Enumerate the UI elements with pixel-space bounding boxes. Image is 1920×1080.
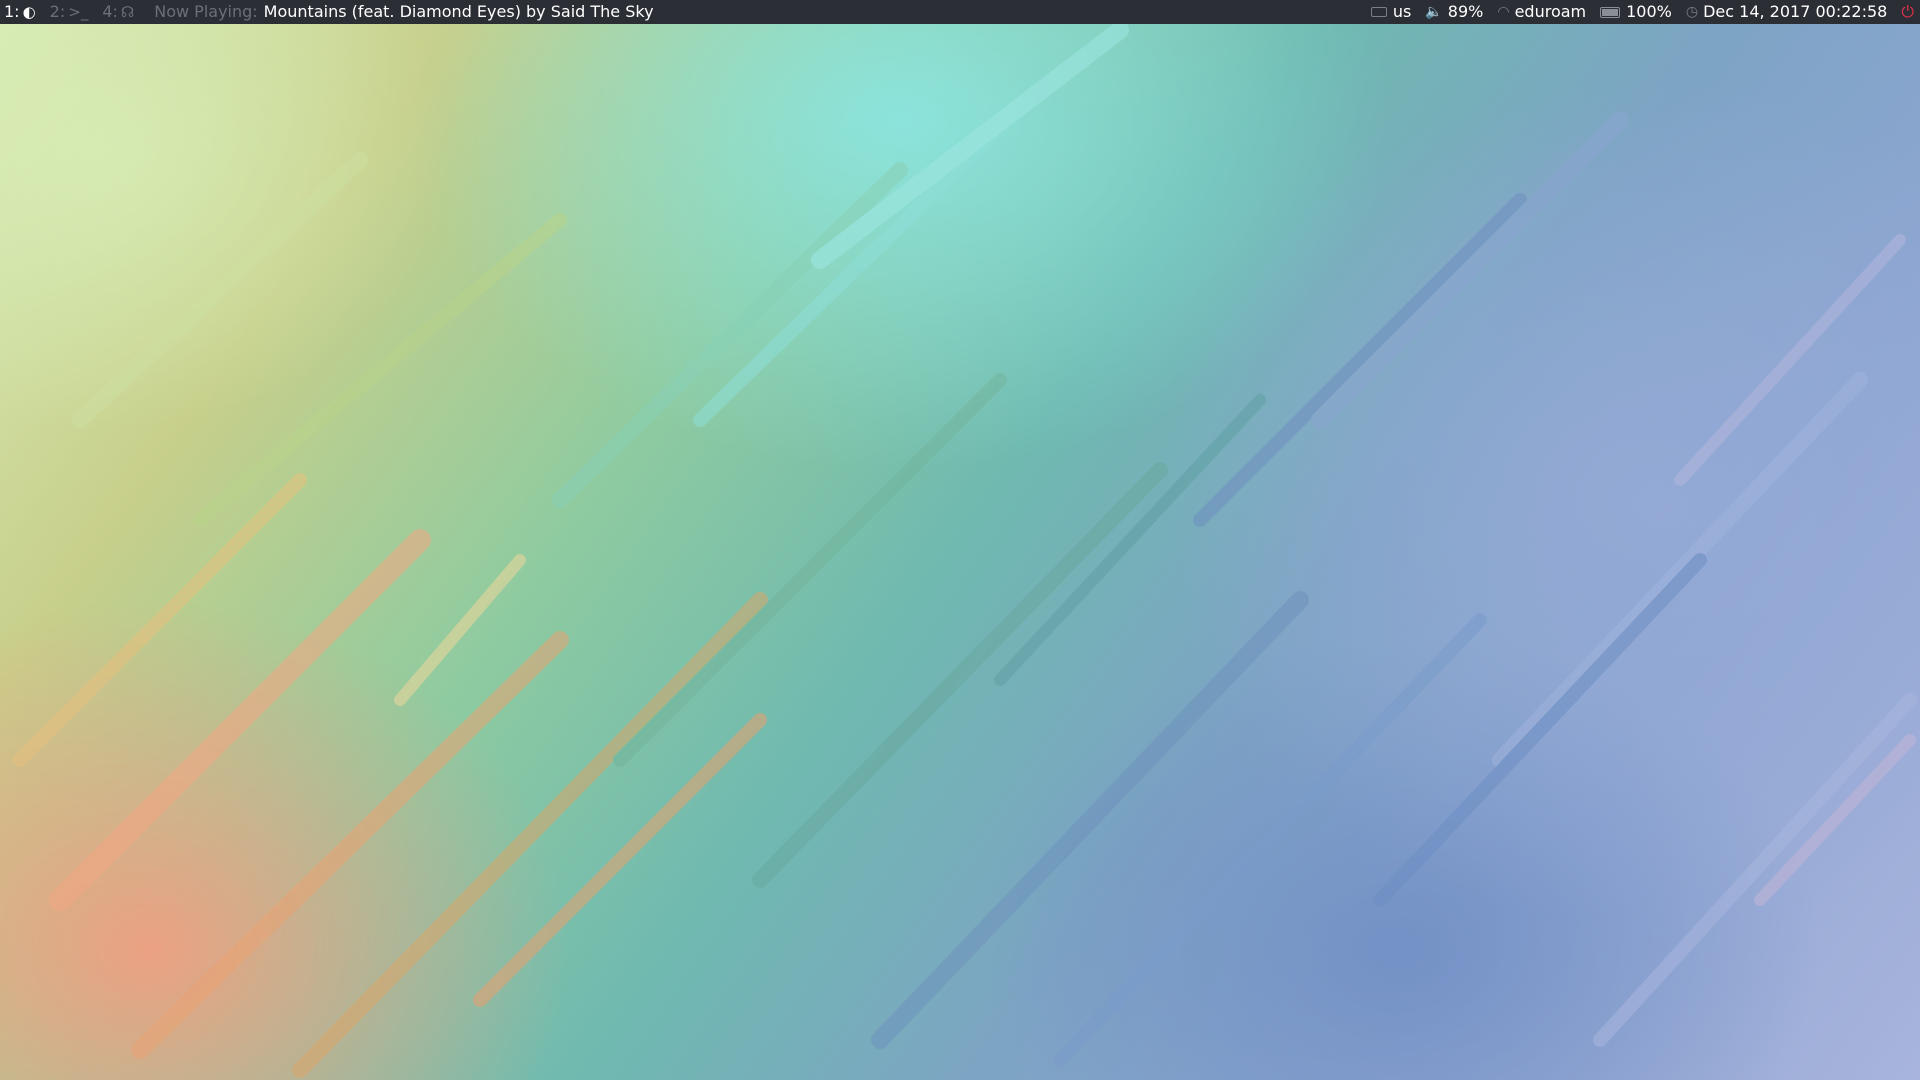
wifi-indicator[interactable]: ◠ eduroam (1497, 0, 1586, 24)
workspace-1[interactable]: 1: ◐ (4, 0, 36, 24)
bar-right-section: us 🔈 89% ◠ eduroam 100% ◷ Dec 14, 2017 0… (1357, 0, 1914, 24)
battery-icon (1600, 6, 1621, 18)
wifi-ssid: eduroam (1514, 2, 1587, 21)
keyboard-icon (1370, 7, 1387, 17)
battery-indicator[interactable]: 100% (1600, 0, 1672, 24)
bar-left-section: 1: ◐ 2: >_ 4: ☊ Now Playing: Mountains (… (4, 0, 654, 24)
workspace-number: 2: (49, 2, 66, 21)
workspace-number: 1: (4, 2, 20, 21)
now-playing-label: Now Playing: (154, 2, 258, 21)
top-status-bar: 1: ◐ 2: >_ 4: ☊ Now Playing: Mountains (… (0, 0, 1920, 24)
volume-icon: 🔈 (1425, 4, 1443, 20)
now-playing-title[interactable]: Mountains (feat. Diamond Eyes) by Said T… (264, 0, 654, 24)
wallpaper-brushstrokes (13, 21, 1917, 1078)
power-icon[interactable]: ⏻ (1901, 0, 1914, 24)
firefox-icon: ◐ (22, 3, 36, 21)
volume-value: 89% (1447, 2, 1484, 21)
keyboard-layout-value: us (1392, 2, 1412, 21)
volume-indicator[interactable]: 🔈 89% (1425, 0, 1483, 24)
headphones-icon: ☊ (120, 3, 135, 21)
workspace-4[interactable]: 4: ☊ (102, 0, 134, 24)
datetime-value: Dec 14, 2017 00:22:58 (1703, 2, 1888, 21)
workspace-number: 4: (102, 2, 118, 21)
clock-indicator[interactable]: ◷ Dec 14, 2017 00:22:58 (1686, 0, 1887, 24)
battery-level-fill (1602, 8, 1619, 16)
desktop: 1: ◐ 2: >_ 4: ☊ Now Playing: Mountains (… (0, 0, 1920, 1080)
clock-icon: ◷ (1685, 4, 1699, 20)
wifi-icon: ◠ (1497, 4, 1510, 20)
keyboard-layout-indicator[interactable]: us (1370, 0, 1412, 24)
workspace-2[interactable]: 2: >_ (50, 0, 89, 24)
battery-value: 100% (1626, 2, 1672, 21)
terminal-icon: >_ (68, 3, 89, 21)
